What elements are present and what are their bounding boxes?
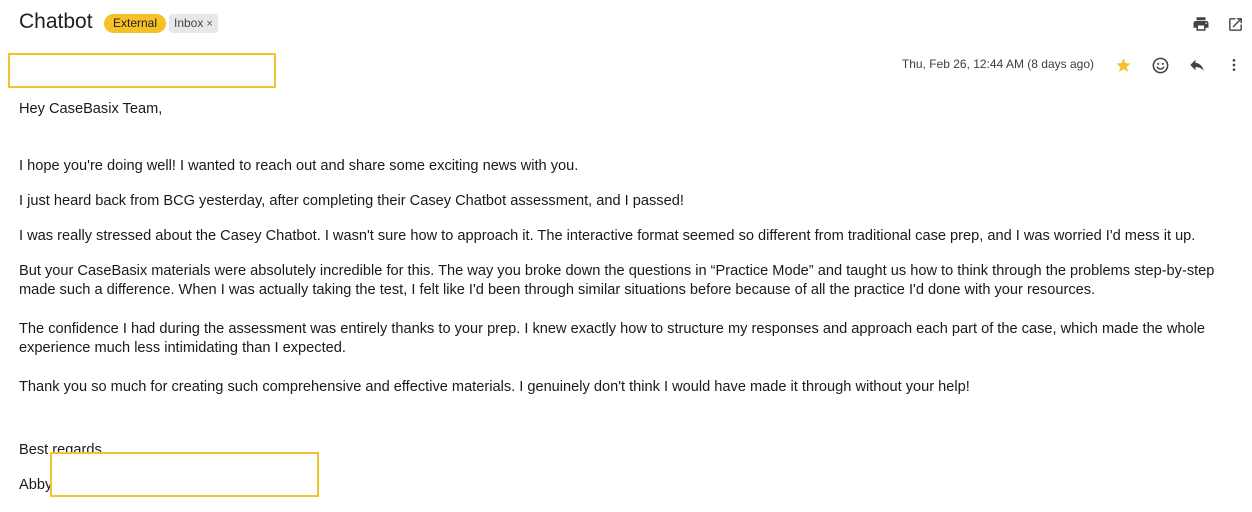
inbox-label-text: Inbox (174, 16, 204, 30)
open-in-new-window-icon[interactable] (1224, 13, 1246, 35)
print-icon[interactable] (1190, 13, 1212, 35)
remove-label-icon[interactable]: × (206, 18, 212, 30)
external-label-badge: External (104, 14, 167, 33)
signature-redaction-box (50, 452, 319, 497)
email-greeting: Hey CaseBasix Team, (19, 101, 163, 117)
reply-icon[interactable] (1186, 55, 1208, 75)
more-vert-icon[interactable] (1224, 55, 1244, 75)
inbox-label-chip[interactable]: Inbox × (169, 14, 218, 33)
email-paragraph: I hope you're doing well! I wanted to re… (19, 158, 579, 174)
emoji-icon[interactable] (1149, 54, 1171, 76)
email-subject: Chatbot (19, 10, 93, 33)
email-paragraph: But your CaseBasix materials were absolu… (19, 263, 1215, 298)
email-paragraph: I was really stressed about the Casey Ch… (19, 228, 1196, 244)
sender-redaction-box (8, 53, 276, 88)
email-date: Thu, Feb 26, 12:44 AM (8 days ago) (901, 57, 1094, 71)
email-signature: Abby (19, 477, 53, 493)
star-icon[interactable] (1112, 55, 1134, 75)
email-paragraph: Thank you so much for creating such comp… (19, 379, 970, 395)
email-paragraph: The confidence I had during the assessme… (19, 321, 1205, 356)
email-paragraph: I just heard back from BCG yesterday, af… (19, 193, 684, 209)
